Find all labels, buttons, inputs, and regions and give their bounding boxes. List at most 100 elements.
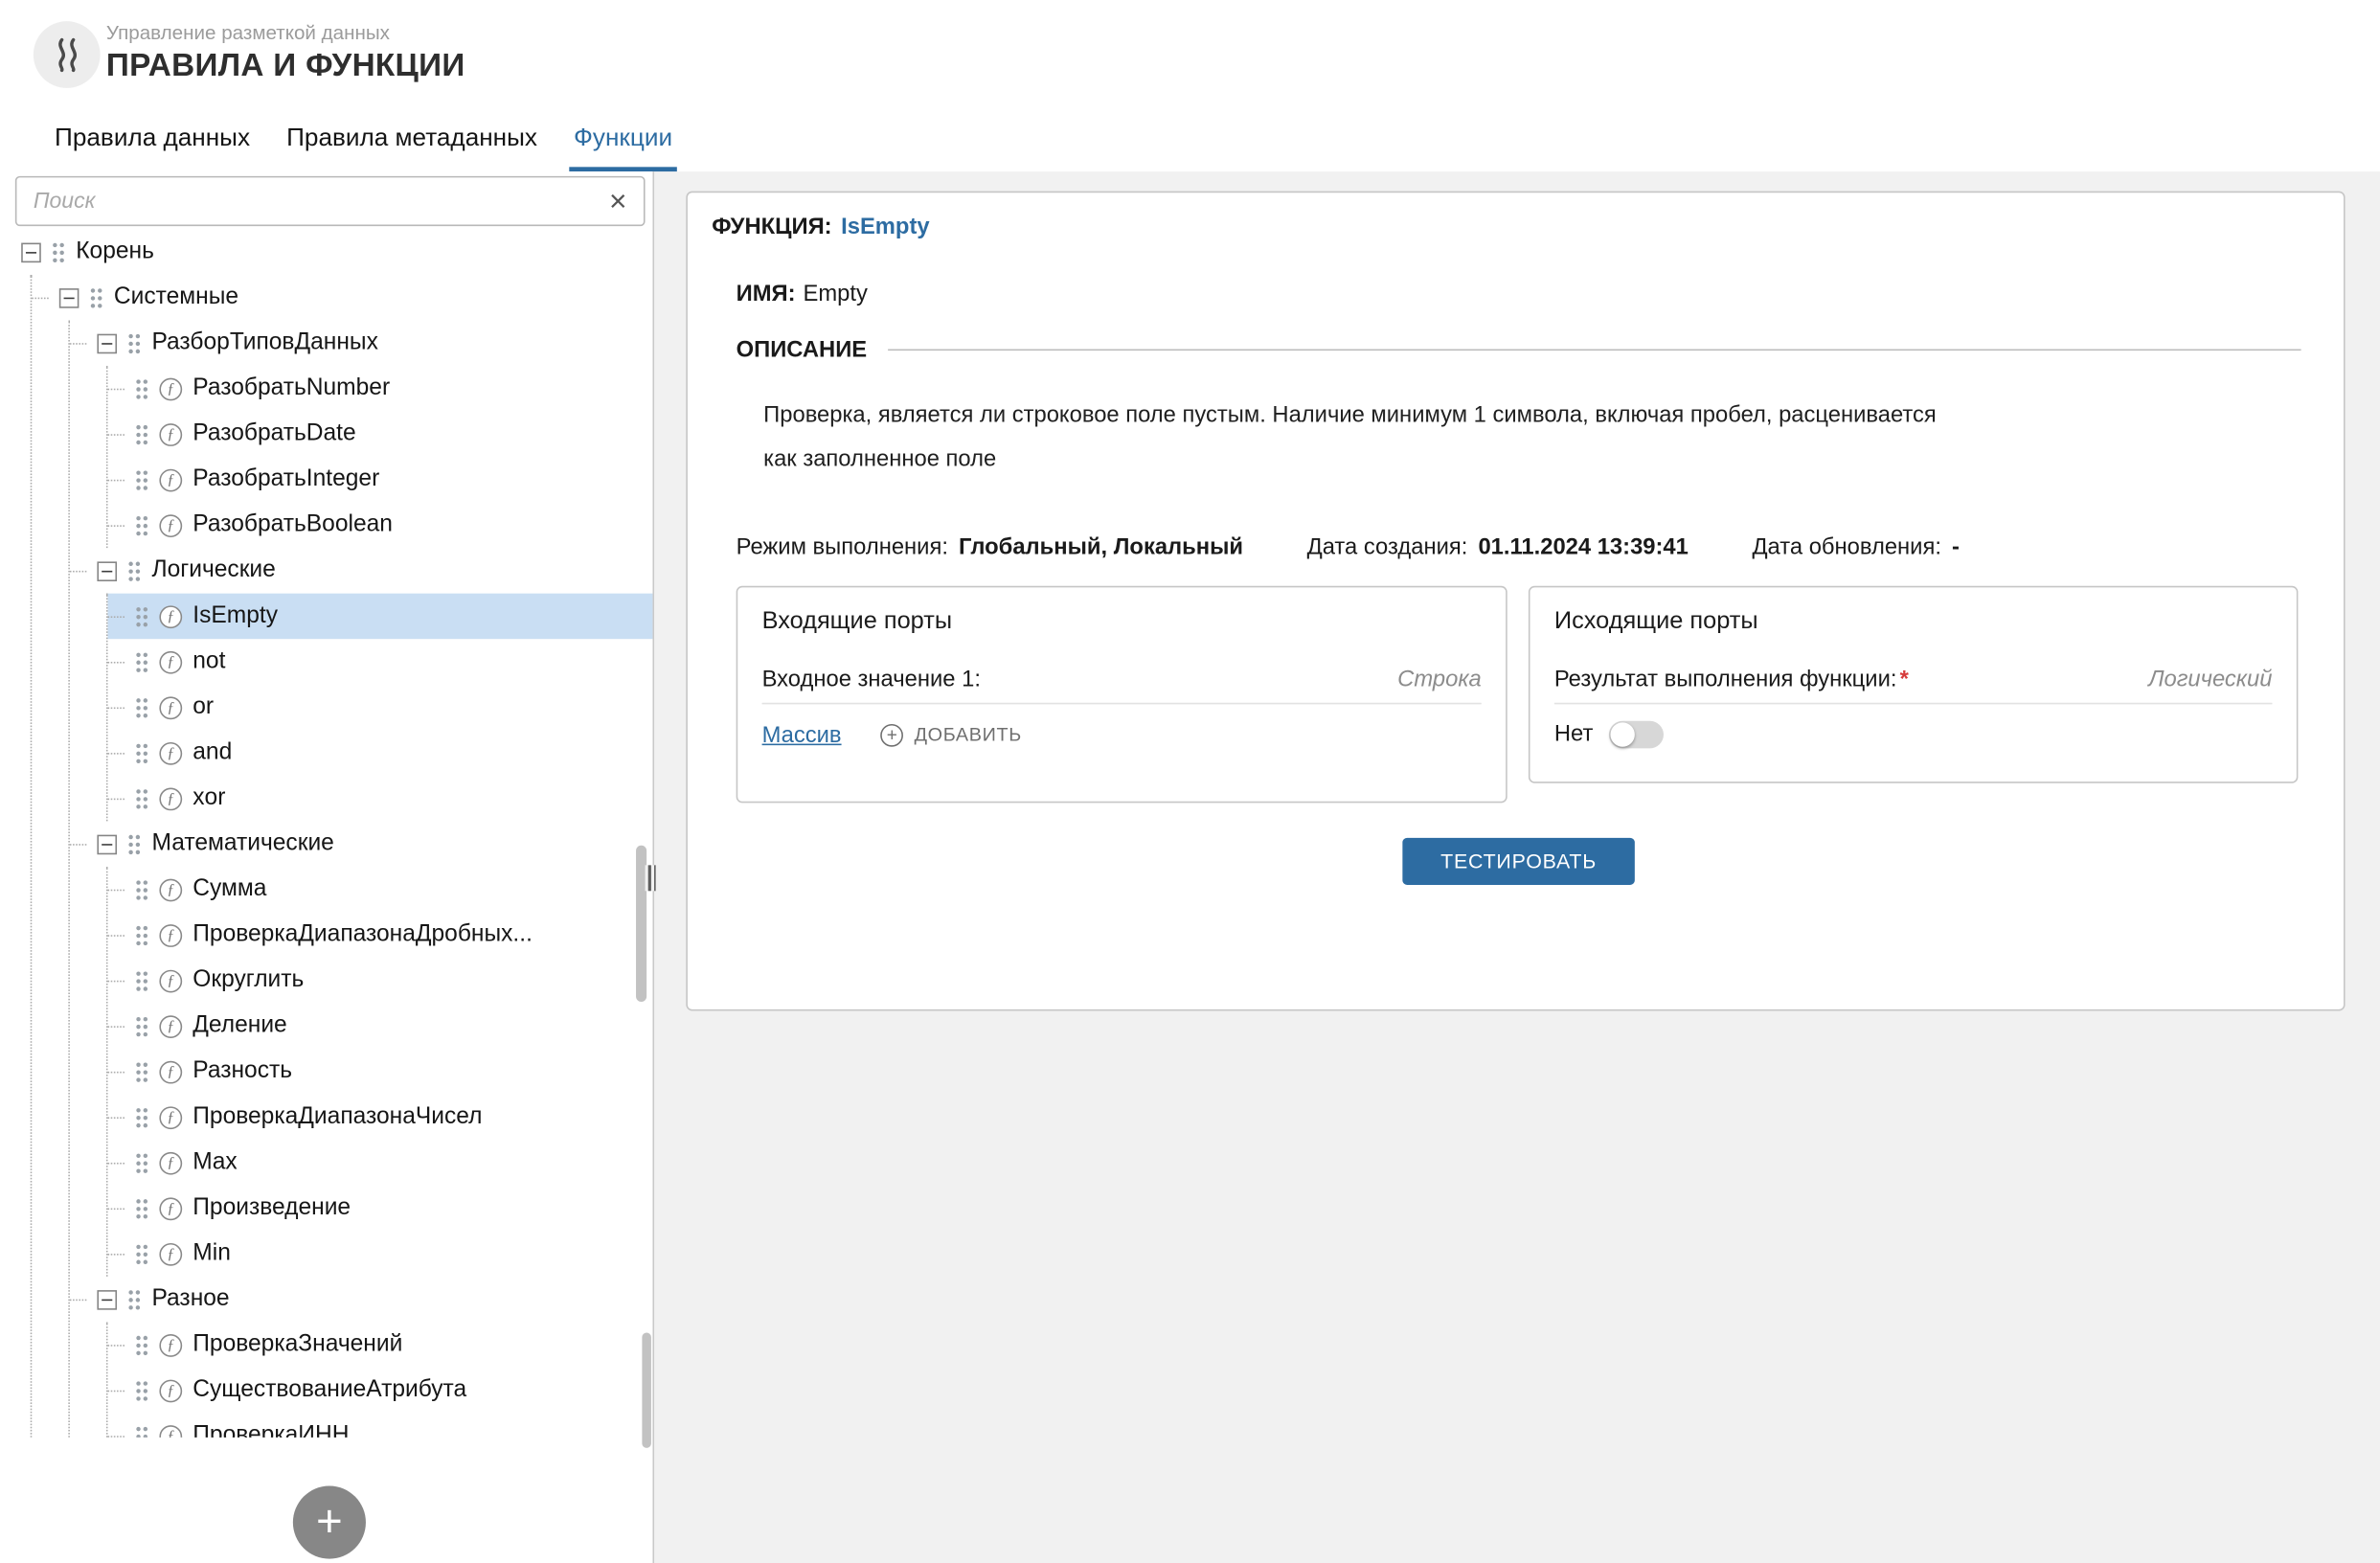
tree-group-РазборТиповДанных[interactable]: РазборТиповДанных	[70, 320, 653, 366]
drag-handle-icon[interactable]	[135, 923, 148, 946]
outgoing-port-label: Результат выполнения функции:*	[1554, 666, 1909, 691]
drag-handle-icon[interactable]	[135, 1106, 148, 1129]
name-label: ИМЯ:	[737, 281, 796, 306]
drag-handle-icon[interactable]	[127, 832, 141, 855]
drag-handle-icon[interactable]	[135, 696, 148, 719]
drag-handle-icon[interactable]	[135, 1424, 148, 1437]
drag-handle-icon[interactable]	[90, 286, 103, 309]
tree-item-Сумма[interactable]: ƒСумма	[108, 867, 653, 913]
description-text: Проверка, является ли строковое поле пус…	[737, 393, 1951, 482]
drag-handle-icon[interactable]	[127, 559, 141, 582]
tree-item-label: ПроверкаИНН	[193, 1422, 349, 1438]
tab-data-rules[interactable]: Правила данных	[50, 115, 255, 171]
function-icon: ƒ	[159, 513, 182, 536]
collapse-icon[interactable]	[97, 834, 117, 854]
function-icon: ƒ	[159, 1106, 182, 1129]
tree-item-xor[interactable]: ƒxor	[108, 776, 653, 822]
tree-item-label: not	[193, 648, 225, 676]
drag-handle-icon[interactable]	[135, 969, 148, 992]
tree-item-РазобратьNumber[interactable]: ƒРазобратьNumber	[108, 366, 653, 412]
collapse-icon[interactable]	[97, 333, 117, 353]
tree-item-ПроверкаЗначений[interactable]: ƒ ПроверкаЗначений	[108, 1322, 653, 1368]
collapse-icon[interactable]	[21, 242, 41, 262]
drag-handle-icon[interactable]	[135, 1379, 148, 1402]
divider-line	[888, 350, 2301, 351]
drag-handle-icon[interactable]	[127, 331, 141, 354]
description-header: ОПИСАНИЕ	[737, 337, 2301, 363]
function-tree: КореньСистемныеРазборТиповДанныхƒРазобра…	[15, 229, 653, 1438]
collapse-icon[interactable]	[97, 1289, 117, 1309]
tree-item-Min[interactable]: ƒMin	[108, 1231, 653, 1277]
name-row: ИМЯ:Empty	[737, 281, 2301, 306]
drag-handle-icon[interactable]	[135, 605, 148, 628]
function-details-body: ИМЯ:Empty ОПИСАНИЕ Проверка, является ли…	[712, 281, 2319, 884]
tree-item-ПроверкаИНН[interactable]: ƒ ПроверкаИНН	[108, 1413, 653, 1437]
drag-handle-icon[interactable]	[135, 878, 148, 901]
tree-item-Деление[interactable]: ƒДеление	[108, 1004, 653, 1050]
tree-item-label: Логические	[151, 557, 275, 585]
tree-item-РазобратьInteger[interactable]: ƒРазобратьInteger	[108, 457, 653, 503]
drag-handle-icon[interactable]	[135, 787, 148, 810]
array-link[interactable]: Массив	[762, 722, 842, 748]
tree-item-Округлить[interactable]: ƒОкруглить	[108, 958, 653, 1004]
function-label: ФУНКЦИЯ:	[712, 214, 831, 239]
tree-item-СуществованиеАтрибута[interactable]: ƒСуществованиеАтрибута	[108, 1368, 653, 1414]
tree-item-Max[interactable]: ƒMax	[108, 1140, 653, 1186]
tab-metadata-rules[interactable]: Правила метаданных	[282, 115, 541, 171]
drag-handle-icon[interactable]	[135, 1060, 148, 1083]
tree-item-РазобратьDate[interactable]: ƒРазобратьDate	[108, 411, 653, 457]
tree-item-ПроверкаДиапазонаДробных...[interactable]: ƒПроверкаДиапазонаДробных...	[108, 912, 653, 958]
drag-handle-icon[interactable]	[135, 650, 148, 673]
incoming-port-actions: Массив + ДОБАВИТЬ	[762, 722, 1482, 748]
tree-item-label: ПроверкаЗначений	[193, 1331, 402, 1359]
toggle-knob	[1610, 722, 1634, 746]
tree-item-РазобратьBoolean[interactable]: ƒРазобратьBoolean	[108, 503, 653, 549]
execution-mode-value: Глобальный, Локальный	[959, 533, 1243, 559]
tree-children: РазборТиповДанныхƒРазобратьNumberƒРазобр…	[68, 320, 652, 1437]
add-port-label: ДОБАВИТЬ	[915, 724, 1022, 745]
collapse-icon[interactable]	[59, 287, 79, 307]
tree-group-Математические[interactable]: Математические	[70, 821, 653, 867]
drag-handle-icon[interactable]	[135, 741, 148, 764]
tree-item-Произведение[interactable]: ƒПроизведение	[108, 1186, 653, 1232]
search-input[interactable]	[34, 189, 601, 213]
function-icon: ƒ	[159, 1333, 182, 1356]
drag-handle-icon[interactable]	[135, 1197, 148, 1220]
drag-handle-icon[interactable]	[135, 377, 148, 400]
tree-group-Системные[interactable]: Системные	[32, 275, 652, 321]
tree-item-and[interactable]: ƒand	[108, 730, 653, 776]
tree-item-label: Системные	[114, 283, 238, 311]
drag-handle-icon[interactable]	[135, 468, 148, 491]
function-icon: ƒ	[159, 377, 182, 400]
function-icon: ƒ	[159, 1424, 182, 1437]
function-name-link[interactable]: IsEmpty	[841, 214, 929, 239]
clear-search-icon[interactable]: ×	[600, 186, 626, 216]
add-function-button[interactable]: +	[293, 1486, 366, 1559]
drag-handle-icon[interactable]	[135, 1242, 148, 1265]
screenshot-stage: Управление разметкой данных ПРАВИЛА И ФУ…	[0, 0, 2380, 1563]
drag-handle-icon[interactable]	[52, 240, 65, 263]
tree-item-not[interactable]: ƒnot	[108, 639, 653, 685]
tree-item-IsEmpty[interactable]: ƒIsEmpty	[108, 594, 653, 640]
tree-item-or[interactable]: ƒor	[108, 685, 653, 731]
panel-resize-handle[interactable]	[646, 865, 659, 891]
tree-item-ПроверкаДиапазонаЧисел[interactable]: ƒПроверкаДиапазонаЧисел	[108, 1095, 653, 1141]
drag-handle-icon[interactable]	[135, 513, 148, 536]
collapse-icon[interactable]	[97, 561, 117, 581]
function-icon: ƒ	[159, 1014, 182, 1037]
tree-group-Логические[interactable]: Логические	[70, 548, 653, 594]
drag-handle-icon[interactable]	[135, 422, 148, 445]
tab-functions[interactable]: Функции	[569, 115, 677, 171]
drag-handle-icon[interactable]	[135, 1014, 148, 1037]
scrollbar-thumb[interactable]	[642, 1332, 651, 1447]
tree-group-Разное[interactable]: Разное	[70, 1277, 653, 1323]
drag-handle-icon[interactable]	[135, 1333, 148, 1356]
result-toggle[interactable]	[1608, 720, 1663, 748]
drag-handle-icon[interactable]	[127, 1288, 141, 1311]
test-button[interactable]: ТЕСТИРОВАТЬ	[1402, 837, 1634, 884]
drag-handle-icon[interactable]	[135, 1151, 148, 1174]
tree-group-Корень[interactable]: Корень	[21, 229, 652, 275]
meta-row: Режим выполнения:Глобальный, Локальный Д…	[737, 533, 2301, 559]
tree-item-Разность[interactable]: ƒРазность	[108, 1049, 653, 1095]
add-port-button[interactable]: + ДОБАВИТЬ	[881, 723, 1022, 746]
